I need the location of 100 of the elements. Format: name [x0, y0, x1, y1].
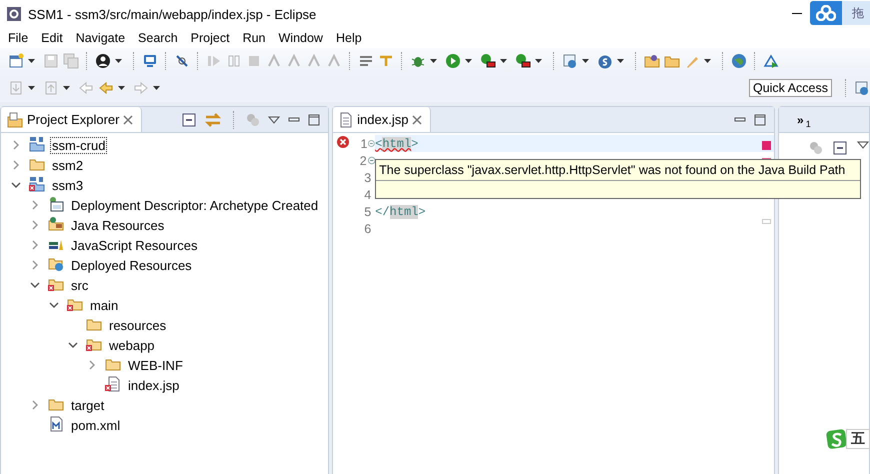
- fold-icon[interactable]: [368, 156, 376, 165]
- perspective-icon[interactable]: [763, 53, 779, 69]
- maximize-icon[interactable]: [754, 114, 766, 126]
- menu-item[interactable]: Run: [236, 28, 272, 48]
- open-folder-icon[interactable]: [644, 53, 660, 69]
- code-line: <html>: [375, 136, 418, 150]
- dropdown-caret-icon[interactable]: [118, 86, 125, 90]
- tree-item[interactable]: Java Resources: [1, 215, 328, 235]
- tree-item[interactable]: resources: [1, 315, 328, 335]
- chevron-down-icon[interactable]: [28, 280, 42, 290]
- tree-item[interactable]: pom.xml: [1, 415, 328, 435]
- dropdown-caret-icon[interactable]: [28, 86, 35, 90]
- dropdown-caret-icon[interactable]: [465, 59, 472, 63]
- overflow-tabs-icon[interactable]: »: [797, 114, 804, 126]
- tree-label: target: [70, 396, 106, 414]
- view-menu-icon[interactable]: [857, 141, 869, 149]
- tree-item[interactable]: WEB-INF: [1, 355, 328, 375]
- tree-item[interactable]: webapp: [1, 335, 328, 355]
- tree-item[interactable]: ssm3: [1, 175, 328, 195]
- tree-label: webapp: [108, 336, 156, 354]
- tree-label: WEB-INF: [127, 356, 184, 374]
- line-number: 2: [358, 154, 367, 168]
- collapse-all-icon[interactable]: [833, 141, 847, 155]
- app-icon: [6, 6, 22, 22]
- tooltip-text: The superclass "javax.servlet.http.HttpServlet" was not found on the Java Build Path: [376, 160, 860, 181]
- tree-label: Deployed Resources: [70, 256, 193, 274]
- tab-count: 1: [806, 118, 811, 128]
- tree-item[interactable]: index.jsp: [1, 375, 328, 395]
- tree-label: ssm2: [51, 156, 84, 174]
- close-icon[interactable]: [123, 114, 134, 124]
- tree-label: Java Resources: [70, 216, 166, 234]
- dropdown-caret-icon[interactable]: [153, 86, 160, 90]
- menu-item[interactable]: Search: [132, 28, 185, 48]
- link-icon[interactable]: [204, 112, 222, 128]
- fold-icon[interactable]: [368, 139, 376, 148]
- quick-access-field[interactable]: Quick Access: [748, 79, 832, 97]
- view-tab[interactable]: Project Explorer: [1, 107, 142, 132]
- tree-label: ssm-crud: [50, 136, 108, 154]
- dropdown-caret-icon[interactable]: [63, 86, 70, 90]
- view-menu-icon[interactable]: [268, 116, 280, 124]
- project-icon: [29, 176, 46, 192]
- tree-label: index.jsp: [127, 376, 180, 394]
- explorer-icon: [7, 112, 23, 128]
- dropdown-caret-icon[interactable]: [500, 59, 507, 63]
- new-web-icon[interactable]: [562, 53, 578, 69]
- editor-tab[interactable]: index.jsp: [333, 107, 432, 132]
- error-marker-icon[interactable]: [762, 141, 771, 150]
- tree-item[interactable]: Deployed Resources: [1, 255, 328, 275]
- tree-label: main: [89, 296, 120, 314]
- tree-label: resources: [108, 316, 168, 334]
- monitor-icon[interactable]: [142, 53, 158, 69]
- menu-item[interactable]: Window: [272, 28, 330, 48]
- tree-item[interactable]: main: [1, 295, 328, 315]
- dropdown-caret-icon[interactable]: [704, 59, 711, 63]
- person-icon[interactable]: [95, 53, 111, 69]
- menu-item[interactable]: Project: [184, 28, 237, 48]
- lines-icon[interactable]: [358, 53, 374, 69]
- tree-item[interactable]: ssm2: [1, 155, 328, 175]
- line-number: 4: [363, 188, 372, 202]
- tree-item[interactable]: JavaScript Resources: [1, 235, 328, 255]
- dropdown-caret-icon[interactable]: [535, 59, 542, 63]
- tree-label: JavaScript Resources: [70, 236, 198, 254]
- chevron-down-icon[interactable]: [9, 180, 23, 190]
- file-icon: [339, 112, 354, 128]
- menu-item[interactable]: Navigate: [70, 28, 132, 48]
- line-number: 3: [363, 170, 372, 184]
- collapse-all-icon[interactable]: [182, 112, 196, 126]
- annotation-marker-icon[interactable]: [762, 219, 771, 224]
- run-icon[interactable]: [515, 53, 531, 69]
- dropdown-caret-icon[interactable]: [115, 59, 122, 63]
- menu-item[interactable]: File: [2, 28, 36, 48]
- cloud-icon: [816, 5, 836, 21]
- chevron-down-icon[interactable]: [66, 340, 80, 350]
- chevron-down-icon[interactable]: [47, 300, 61, 310]
- run-icon[interactable]: [480, 53, 496, 69]
- tree-item[interactable]: ssm-crud: [1, 135, 328, 155]
- tree-item[interactable]: target: [1, 395, 328, 415]
- window-title: SSM1 - ssm3/src/main/webapp/index.jsp - Eclipse: [28, 6, 316, 22]
- dropdown-caret-icon[interactable]: [617, 59, 624, 63]
- input-mode: 五: [846, 429, 870, 449]
- tree-item[interactable]: src: [1, 275, 328, 295]
- tree-item[interactable]: Deployment Descriptor: Archetype Created: [1, 195, 328, 215]
- maximize-icon[interactable]: [308, 114, 320, 126]
- file-icon: [105, 376, 122, 392]
- new-class-icon[interactable]: [597, 53, 613, 69]
- open-perspective-icon[interactable]: [854, 80, 870, 96]
- close-icon[interactable]: [412, 114, 422, 124]
- globe-icon[interactable]: [731, 53, 747, 69]
- code-line: </html>: [375, 204, 426, 218]
- line-number: 5: [363, 204, 372, 218]
- new-icon[interactable]: [8, 53, 24, 69]
- dropdown-caret-icon[interactable]: [28, 59, 35, 63]
- tree-label: ssm3: [51, 176, 84, 194]
- tab-title: index.jsp: [357, 112, 408, 127]
- input-method-icon[interactable]: [826, 428, 848, 450]
- dropdown-caret-icon[interactable]: [582, 59, 589, 63]
- menu-item[interactable]: Help: [330, 28, 369, 48]
- dropdown-caret-icon[interactable]: [430, 59, 437, 63]
- menu-item[interactable]: Edit: [35, 28, 70, 48]
- cloud-drive-widget[interactable]: 拖: [810, 1, 870, 25]
